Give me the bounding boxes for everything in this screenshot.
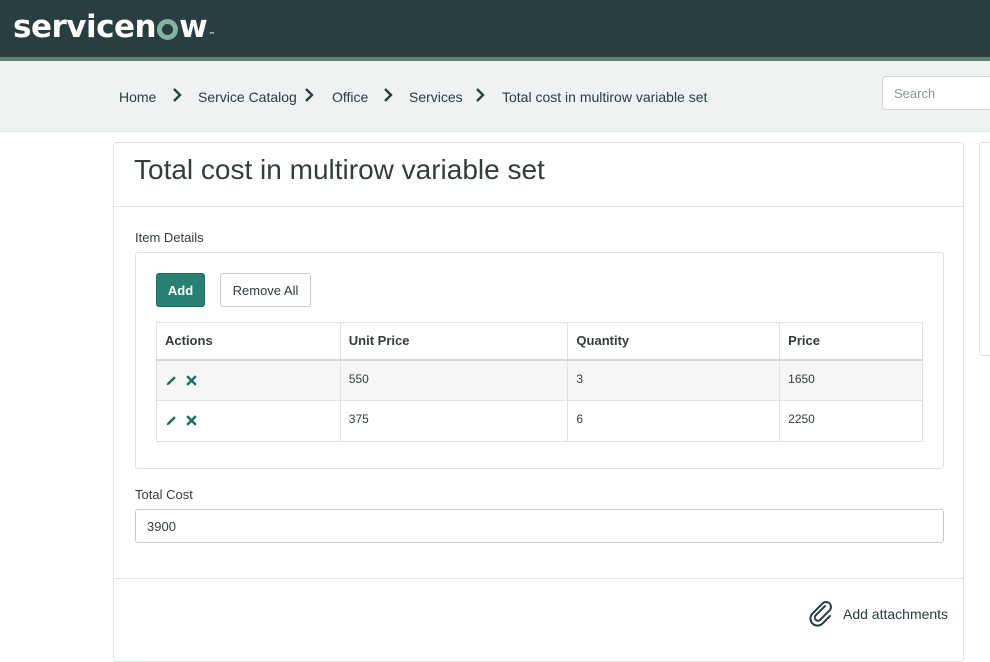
chevron-right-icon — [384, 88, 393, 102]
total-cost-field-wrapper — [135, 509, 944, 543]
search-input[interactable] — [883, 77, 990, 109]
cell-quantity: 3 — [567, 359, 781, 401]
chevron-right-icon — [305, 88, 314, 102]
edit-pencil-icon[interactable] — [165, 374, 178, 387]
breadcrumb-bar: Home Service Catalog Office Services Tot… — [0, 61, 990, 132]
breadcrumb-services[interactable]: Services — [409, 89, 463, 105]
logo-ring-icon — [157, 19, 179, 40]
title-divider — [114, 206, 963, 207]
servicenow-logo[interactable]: servicen w ™ — [13, 5, 215, 49]
side-panel — [979, 142, 990, 356]
cell-unit-price: 550 — [339, 359, 569, 401]
add-attachments-link[interactable]: Add attachments — [808, 600, 948, 627]
column-header-quantity[interactable]: Quantity — [567, 322, 781, 361]
cell-price: 2250 — [779, 400, 923, 442]
table-row: 550 3 1650 — [156, 359, 923, 401]
cell-unit-price: 375 — [339, 400, 569, 442]
column-header-unit-price[interactable]: Unit Price — [339, 322, 569, 361]
top-header: servicen w ™ Knowledge Catalog Requests Sy… — [0, 0, 990, 57]
total-cost-label: Total Cost — [135, 487, 193, 502]
remove-all-button[interactable]: Remove All — [220, 273, 311, 307]
page-title: Total cost in multirow variable set — [134, 154, 545, 185]
chevron-right-icon — [476, 88, 485, 102]
row-actions — [156, 359, 341, 401]
table-header-row: Actions Unit Price Quantity Price — [156, 322, 923, 361]
breadcrumb-service-catalog[interactable]: Service Catalog — [198, 89, 297, 105]
breadcrumb-current: Total cost in multirow variable set — [502, 89, 708, 105]
add-row-button[interactable]: Add — [156, 273, 205, 307]
nav-system-settings[interactable]: System S — [215, 0, 283, 17]
breadcrumb-office[interactable]: Office — [332, 89, 368, 105]
column-header-actions: Actions — [156, 322, 341, 361]
footer-divider — [114, 578, 963, 579]
search-box — [882, 76, 990, 110]
breadcrumb-home[interactable]: Home — [119, 89, 156, 105]
cell-quantity: 6 — [567, 400, 781, 442]
variable-set-label: Item Details — [135, 230, 204, 245]
chevron-right-icon — [173, 88, 182, 102]
delete-x-icon[interactable] — [186, 415, 197, 426]
column-header-price[interactable]: Price — [779, 322, 923, 361]
add-attachments-label: Add attachments — [843, 605, 949, 622]
delete-x-icon[interactable] — [186, 374, 197, 386]
edit-pencil-icon[interactable] — [165, 414, 178, 427]
paperclip-icon — [809, 601, 832, 627]
cell-price: 1650 — [779, 359, 923, 401]
total-cost-field[interactable] — [136, 510, 943, 542]
table-row: 375 6 2250 — [156, 400, 923, 442]
item-details-table: Actions Unit Price Quantity Price 550 3 … — [156, 322, 923, 442]
row-actions — [156, 400, 341, 442]
